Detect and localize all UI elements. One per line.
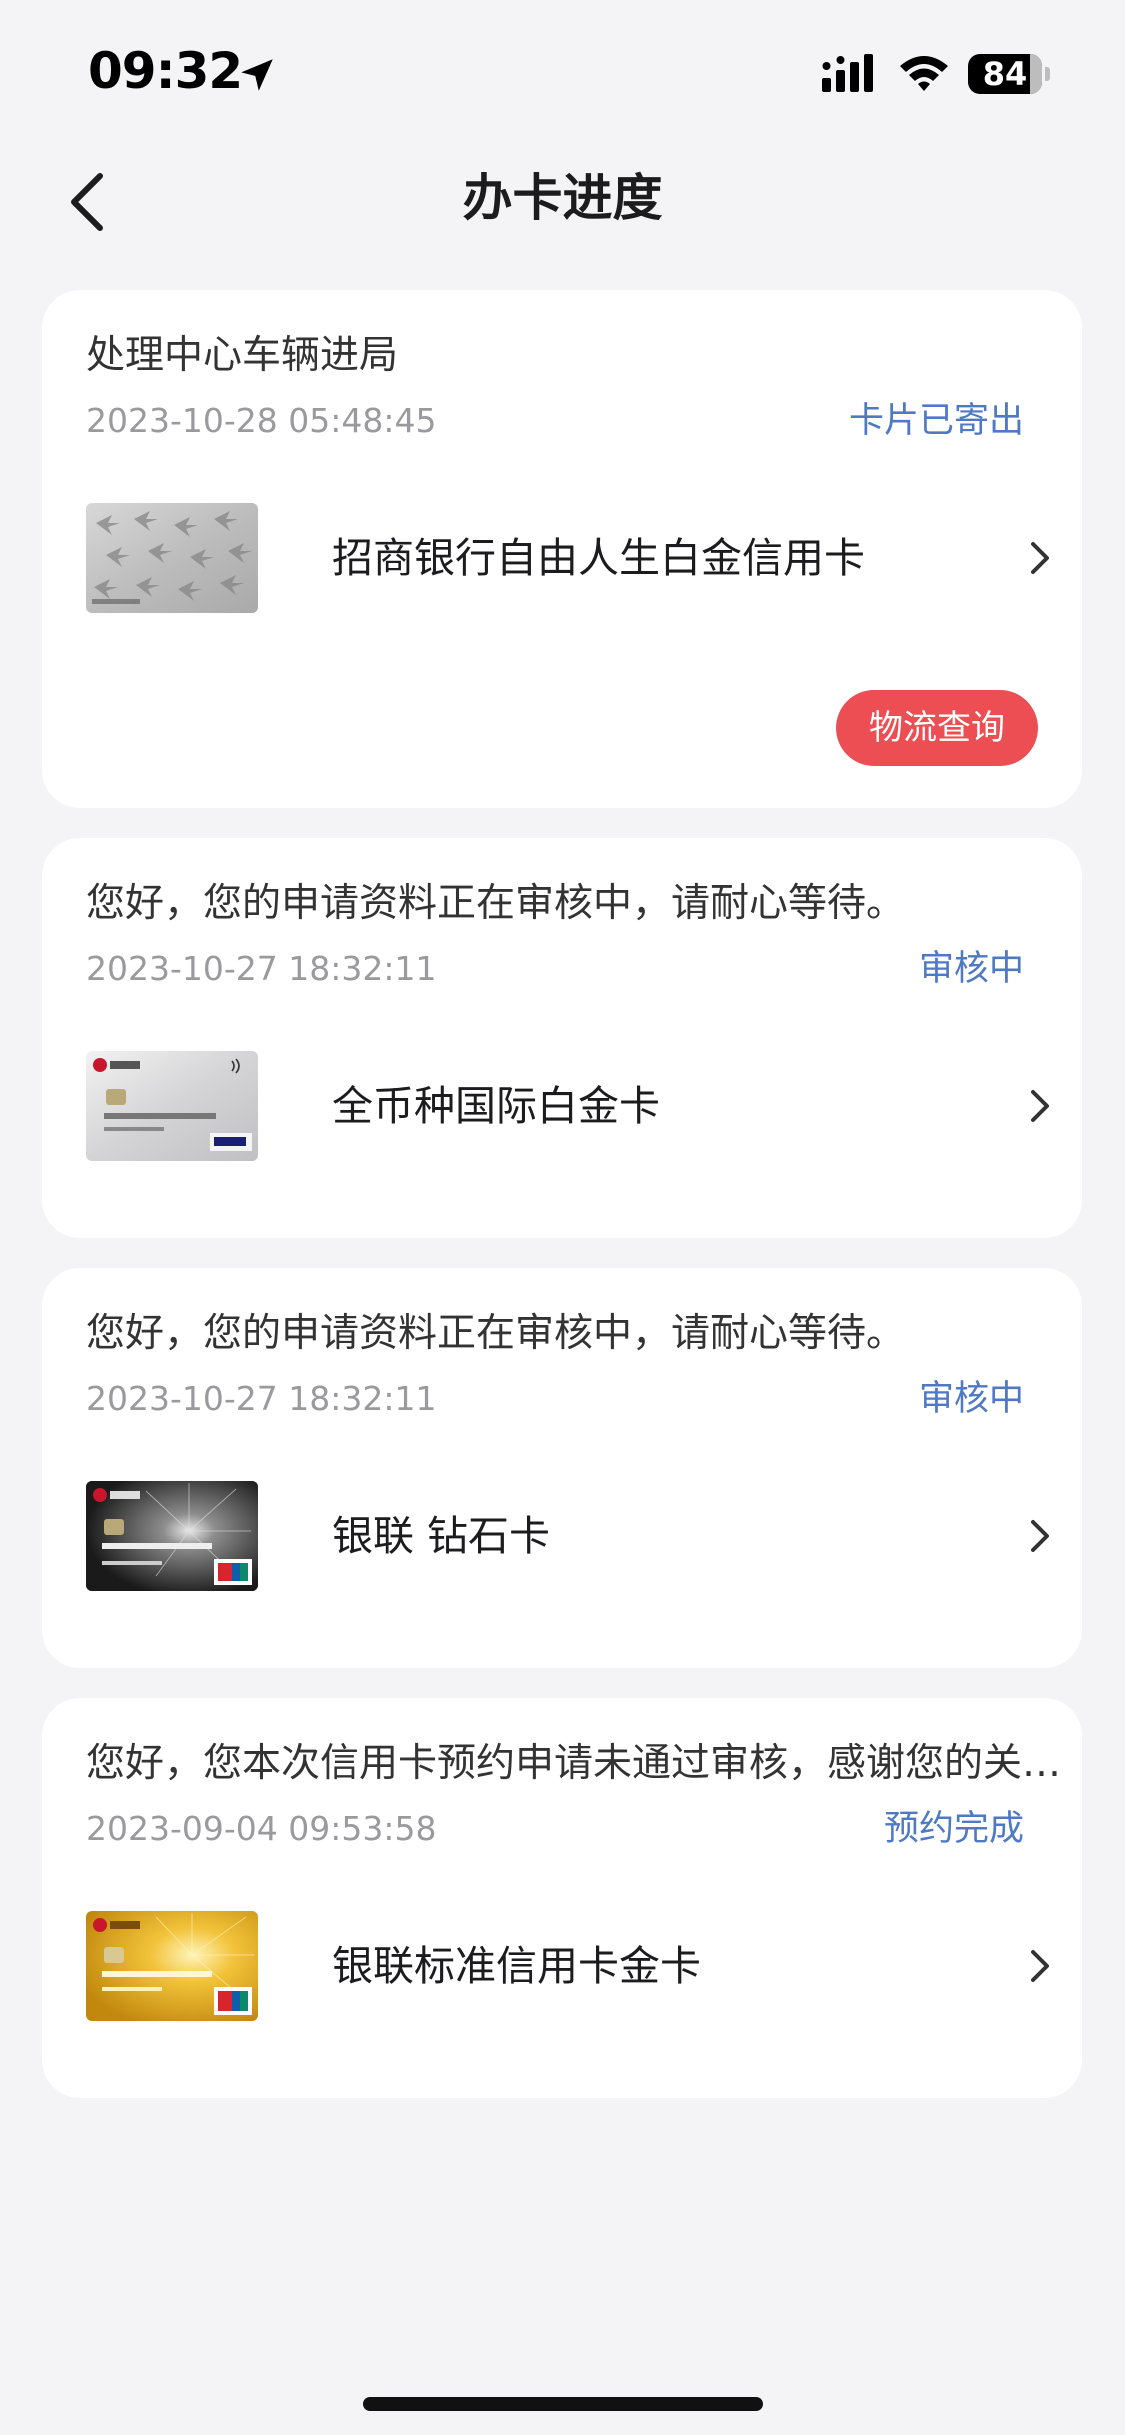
progress-card: 处理中心车辆进局 2023-10-28 05:48:45 卡片已寄出 招商银行自…	[42, 290, 1082, 808]
home-indicator	[363, 2397, 763, 2411]
page-title: 办卡进度	[462, 169, 663, 227]
chevron-right-icon	[1031, 1090, 1049, 1122]
progress-message: 您好，您本次信用卡预约申请未通过审核，感谢您的关注。	[86, 1741, 1066, 1786]
credit-card-thumbnail	[86, 503, 258, 613]
battery-percentage: 84	[982, 55, 1028, 93]
progress-timestamp: 2023-09-04 09:53:58	[86, 1809, 437, 1848]
progress-status: 预约完成	[883, 1809, 1024, 1849]
progress-status: 审核中	[918, 949, 1024, 989]
battery-indicator: 84	[968, 54, 1050, 94]
card-product-row[interactable]: 银联 钻石卡	[86, 1481, 1054, 1591]
credit-card-name: 银联标准信用卡金卡	[332, 1942, 701, 1990]
location-arrow-icon	[241, 59, 273, 91]
credit-card-name: 全币种国际白金卡	[332, 1082, 660, 1130]
credit-card-thumbnail	[86, 1911, 258, 2021]
progress-timestamp: 2023-10-28 05:48:45	[86, 401, 437, 440]
progress-card: 您好，您本次信用卡预约申请未通过审核，感谢您的关注。 2023-09-04 09…	[42, 1698, 1082, 2098]
logistics-query-button[interactable]: 物流查询	[836, 690, 1038, 766]
credit-card-name: 银联 钻石卡	[332, 1512, 551, 1560]
chevron-right-icon	[1031, 542, 1049, 574]
progress-card: 您好，您的申请资料正在审核中，请耐心等待。 2023-10-27 18:32:1…	[42, 1268, 1082, 1668]
progress-message: 您好，您的申请资料正在审核中，请耐心等待。	[86, 1311, 906, 1356]
chevron-right-icon	[1031, 1950, 1049, 1982]
progress-message: 处理中心车辆进局	[86, 333, 399, 378]
credit-card-name: 招商银行自由人生白金信用卡	[332, 534, 865, 582]
wifi-icon	[900, 56, 948, 91]
chevron-right-icon	[1031, 1520, 1049, 1552]
progress-card: 您好，您的申请资料正在审核中，请耐心等待。 2023-10-27 18:32:1…	[42, 838, 1082, 1238]
card-product-row[interactable]: 招商银行自由人生白金信用卡	[86, 503, 1054, 613]
progress-card-list: 处理中心车辆进局 2023-10-28 05:48:45 卡片已寄出 招商银行自…	[42, 290, 1082, 2128]
progress-timestamp: 2023-10-27 18:32:11	[86, 1379, 437, 1418]
cellular-signal-icon	[822, 54, 873, 92]
progress-message: 您好，您的申请资料正在审核中，请耐心等待。	[86, 881, 906, 926]
credit-card-thumbnail	[86, 1051, 258, 1161]
progress-status: 审核中	[918, 1379, 1024, 1419]
card-product-row[interactable]: 全币种国际白金卡	[86, 1051, 1054, 1161]
status-bar: 09:32 84	[0, 0, 1125, 150]
progress-timestamp: 2023-10-27 18:32:11	[86, 949, 437, 988]
credit-card-thumbnail	[86, 1481, 258, 1591]
status-time: 09:32	[88, 42, 243, 100]
card-product-row[interactable]: 银联标准信用卡金卡	[86, 1911, 1054, 2021]
progress-status: 卡片已寄出	[848, 401, 1024, 441]
